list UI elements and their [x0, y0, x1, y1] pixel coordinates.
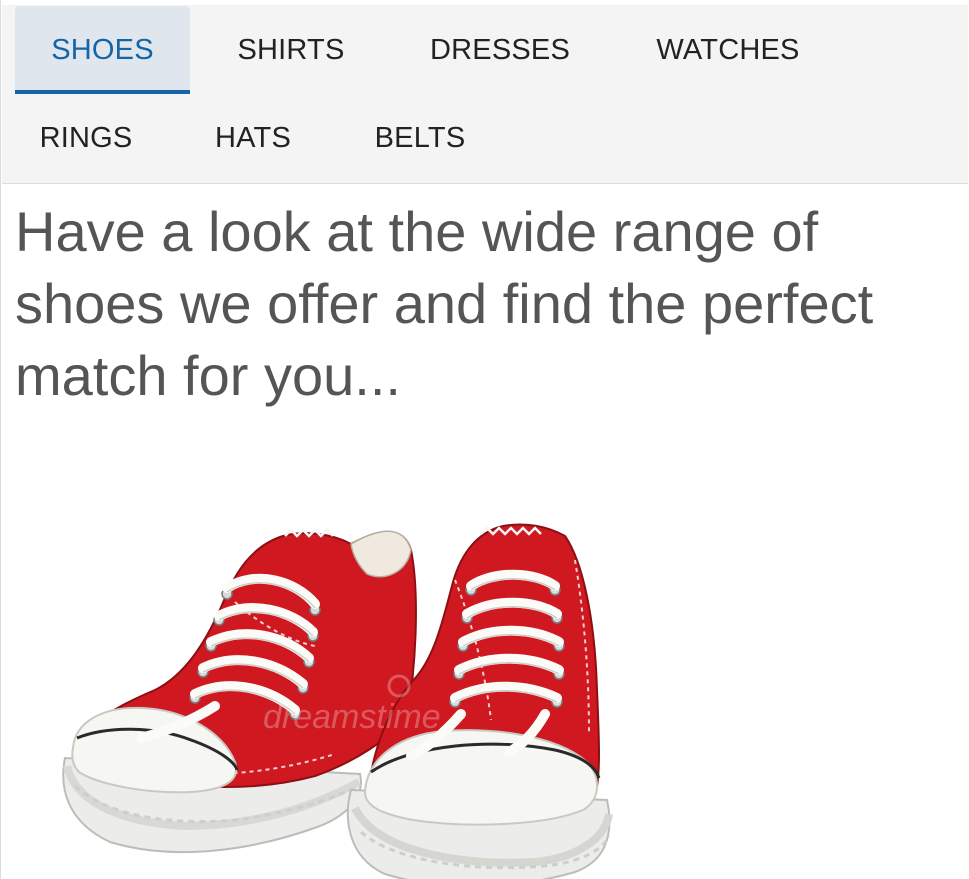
tab-watches[interactable]: WATCHES — [624, 6, 832, 94]
tab-shirts[interactable]: SHIRTS — [200, 6, 382, 94]
svg-text:dreamstime: dreamstime — [263, 698, 441, 736]
tab-belts[interactable]: BELTS — [345, 94, 495, 182]
tab-dresses[interactable]: DRESSES — [400, 6, 600, 94]
sneakers-product-image: dreamstime — [15, 470, 655, 879]
tab-hats[interactable]: HATS — [182, 94, 324, 182]
page: SHOES SHIRTS DRESSES WATCHES RINGS HATS … — [0, 0, 969, 879]
tab-shoes[interactable]: SHOES — [15, 6, 190, 94]
tab-rings[interactable]: RINGS — [15, 94, 157, 182]
category-tab-bar: SHOES SHIRTS DRESSES WATCHES RINGS HATS … — [2, 5, 968, 184]
page-headline: Have a look at the wide range of shoes w… — [15, 200, 874, 407]
